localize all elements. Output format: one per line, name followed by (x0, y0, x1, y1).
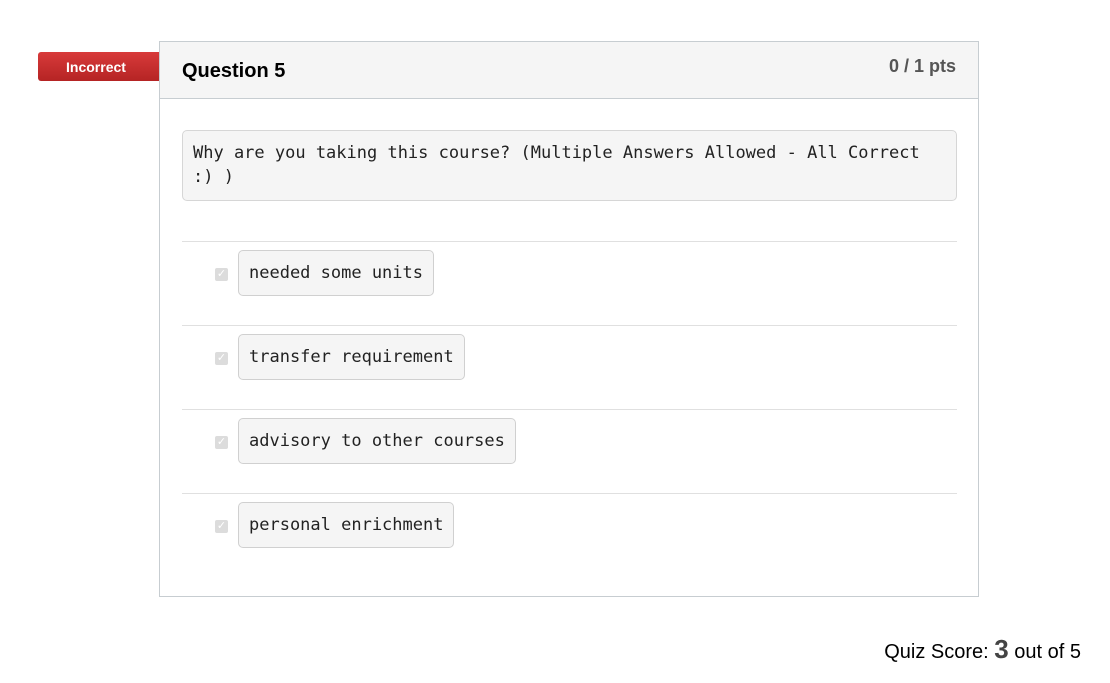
answer-label: personal enrichment (238, 502, 455, 548)
checkmark-icon: ✓ (215, 352, 228, 365)
question-card: Question 5 0 / 1 pts Why are you taking … (159, 41, 979, 597)
checkmark-icon: ✓ (215, 436, 228, 449)
answer-label: transfer requirement (238, 334, 465, 380)
answer-item: ✓ transfer requirement (182, 325, 957, 409)
quiz-score-suffix: out of 5 (1014, 641, 1081, 663)
incorrect-flag-label: Incorrect (66, 58, 126, 75)
quiz-score-value: 3 (994, 634, 1009, 664)
incorrect-flag: Incorrect (38, 52, 172, 81)
question-text: Why are you taking this course? (Multipl… (182, 130, 957, 201)
answer-item: ✓ needed some units (182, 241, 957, 325)
answer-label: advisory to other courses (238, 418, 516, 464)
answer-item: ✓ personal enrichment (182, 493, 957, 577)
quiz-score-prefix: Quiz Score: (884, 641, 989, 663)
question-header: Question 5 0 / 1 pts (160, 42, 978, 99)
checkmark-icon: ✓ (215, 520, 228, 533)
question-points: 0 / 1 pts (888, 56, 956, 76)
answer-list: ✓ needed some units ✓ transfer requireme… (182, 241, 957, 577)
answer-label: needed some units (238, 250, 434, 296)
answer-item: ✓ advisory to other courses (182, 409, 957, 493)
quiz-score: Quiz Score: 3 out of 5 (884, 634, 1081, 665)
question-title: Question 5 (182, 60, 286, 82)
checkmark-icon: ✓ (215, 268, 228, 281)
